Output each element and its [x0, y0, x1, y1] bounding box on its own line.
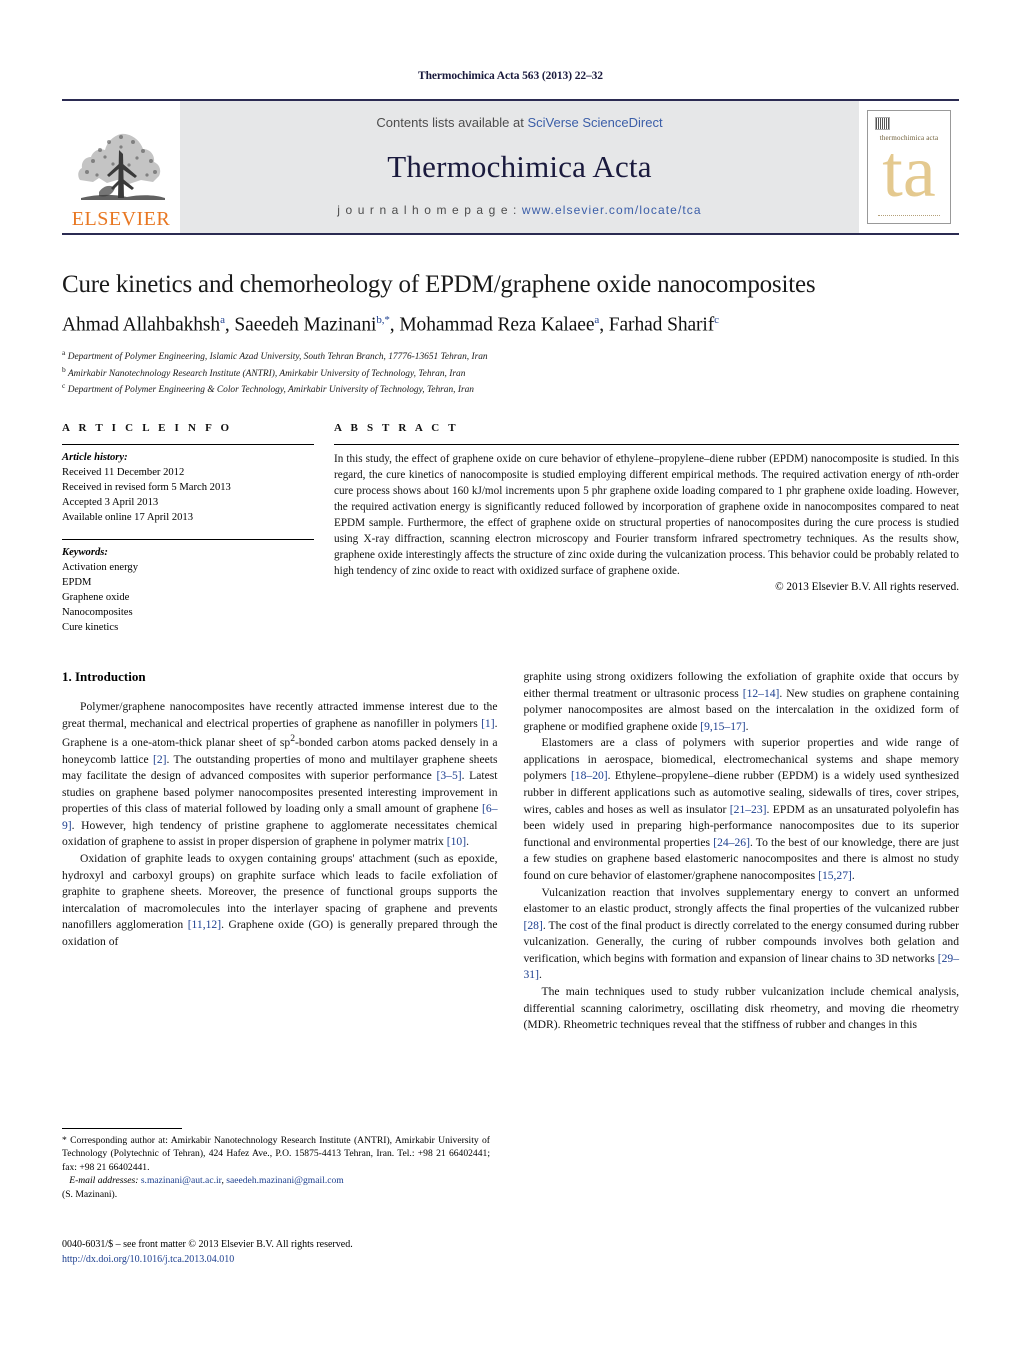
- paragraph: Vulcanization reaction that involves sup…: [523, 885, 960, 982]
- abstract-text: In this study, the effect of graphene ox…: [334, 452, 959, 577]
- affiliation-mark: a: [62, 348, 66, 358]
- keyword-item: Nanocomposites: [62, 606, 133, 618]
- email-note: E-mail addresses: s.mazinani@aut.ac.ir, …: [69, 1175, 344, 1187]
- issn-line: 0040-6031/$ – see front matter © 2013 El…: [62, 1239, 353, 1250]
- contents-prefix-text: Contents lists available at: [376, 115, 528, 130]
- cover-ta-logo: ta: [882, 131, 936, 213]
- author-list: Ahmad Allahbakhsha, Saeedeh Mazinanib,*,…: [62, 313, 719, 336]
- footnote-block: * Corresponding author at: Amirkabir Nan…: [62, 1128, 490, 1201]
- section-heading-introduction: 1. Introduction: [62, 669, 146, 684]
- page-title: Cure kinetics and chemorheology of EPDM/…: [62, 271, 816, 298]
- affiliation-text: Amirkabir Nanotechnology Research Instit…: [67, 368, 466, 379]
- affiliation-item: a Department of Polymer Engineering, Isl…: [62, 348, 959, 364]
- doi-link[interactable]: http://dx.doi.org/10.1016/j.tca.2013.04.…: [62, 1253, 502, 1268]
- footnote-rule: [62, 1128, 182, 1129]
- article-info-column: A R T I C L E I N F O Article history: R…: [62, 422, 334, 635]
- keywords-group: Keywords: Activation energy EPDM Graphen…: [62, 540, 314, 635]
- history-item: Received 11 December 2012: [62, 466, 185, 478]
- affiliation-list: a Department of Polymer Engineering, Isl…: [62, 348, 959, 397]
- affiliation-mark: c: [62, 381, 66, 391]
- info-abstract-region: A R T I C L E I N F O Article history: R…: [62, 422, 959, 635]
- journal-homepage-line: j o u r n a l h o m e p a g e : www.else…: [337, 203, 701, 217]
- cover-bottom-rule: [878, 215, 940, 216]
- keyword-item: Graphene oxide: [62, 591, 130, 603]
- journal-cover-thumbnail: ta thermochimica acta: [859, 101, 959, 233]
- homepage-label: j o u r n a l h o m e p a g e :: [337, 203, 522, 217]
- paragraph: The main techniques used to study rubber…: [523, 984, 960, 1032]
- keyword-item: Activation energy: [62, 561, 138, 573]
- history-item: Available online 17 April 2013: [62, 511, 194, 523]
- paragraph: Polymer/graphene nanocomposites have rec…: [62, 700, 498, 849]
- article-history-group: Article history: Received 11 December 20…: [62, 445, 314, 525]
- journal-masthead: ELSEVIER Contents lists available at Sci…: [62, 99, 959, 235]
- cover-journal-title: thermochimica acta: [879, 134, 939, 142]
- journal-homepage-link[interactable]: www.elsevier.com/locate/tca: [522, 203, 702, 217]
- email-attribution: (S. Mazinani).: [62, 1188, 118, 1200]
- masthead-center-band: Contents lists available at SciVerse Sci…: [180, 101, 859, 233]
- history-item: Accepted 3 April 2013: [62, 496, 159, 508]
- running-head: Thermochimica Acta 563 (2013) 22–32: [418, 70, 603, 82]
- elsevier-wordmark: ELSEVIER: [71, 208, 171, 230]
- keyword-item: EPDM: [62, 576, 92, 588]
- keywords-label: Keywords:: [62, 546, 108, 558]
- affiliation-item: b Amirkabir Nanotechnology Research Inst…: [62, 365, 959, 381]
- affiliation-text: Department of Polymer Engineering, Islam…: [67, 352, 488, 363]
- contents-available-line: Contents lists available at SciVerse Sci…: [376, 115, 662, 130]
- paper-page: Thermochimica Acta 563 (2013) 22–32 ELSE…: [0, 0, 1021, 1351]
- email-link-secondary[interactable]: saeedeh.mazinani@gmail.com: [226, 1175, 344, 1186]
- elsevier-tree-icon: [69, 120, 173, 208]
- elsevier-logo: ELSEVIER: [62, 101, 180, 233]
- title-block: Cure kinetics and chemorheology of EPDM/…: [62, 271, 959, 398]
- body-column-right: graphite using strong oxidizers followin…: [524, 669, 960, 1034]
- journal-title: Thermochimica Acta: [387, 148, 652, 184]
- paragraph: Elastomers are a class of polymers with …: [523, 736, 960, 882]
- email-label: E-mail addresses:: [69, 1175, 139, 1187]
- cover-barcode-icon: [875, 117, 890, 130]
- body-column-left: 1. Introduction Polymer/graphene nanocom…: [62, 669, 498, 1034]
- corresponding-author-note: * Corresponding author at: Amirkabir Nan…: [62, 1135, 490, 1173]
- abstract-copyright: © 2013 Elsevier B.V. All rights reserved…: [775, 580, 959, 593]
- affiliation-text: Department of Polymer Engineering & Colo…: [67, 385, 474, 396]
- issn-copyright-block: 0040-6031/$ – see front matter © 2013 El…: [62, 1238, 502, 1267]
- abstract-heading: A B S T R A C T: [334, 421, 459, 434]
- email-link-primary[interactable]: s.mazinani@aut.ac.ir: [141, 1175, 222, 1186]
- affiliation-item: c Department of Polymer Engineering & Co…: [62, 381, 959, 397]
- paragraph: Oxidation of graphite leads to oxygen co…: [62, 852, 498, 948]
- history-item: Received in revised form 5 March 2013: [62, 481, 231, 493]
- paragraph: graphite using strong oxidizers followin…: [523, 670, 960, 733]
- article-history-label: Article history:: [62, 451, 128, 463]
- keyword-item: Cure kinetics: [62, 621, 119, 633]
- sciencedirect-link[interactable]: SciVerse ScienceDirect: [527, 115, 662, 130]
- abstract-column: A B S T R A C T In this study, the effec…: [334, 422, 959, 635]
- article-info-heading: A R T I C L E I N F O: [62, 421, 233, 434]
- affiliation-mark: b: [62, 364, 66, 374]
- body-columns: 1. Introduction Polymer/graphene nanocom…: [62, 669, 959, 1034]
